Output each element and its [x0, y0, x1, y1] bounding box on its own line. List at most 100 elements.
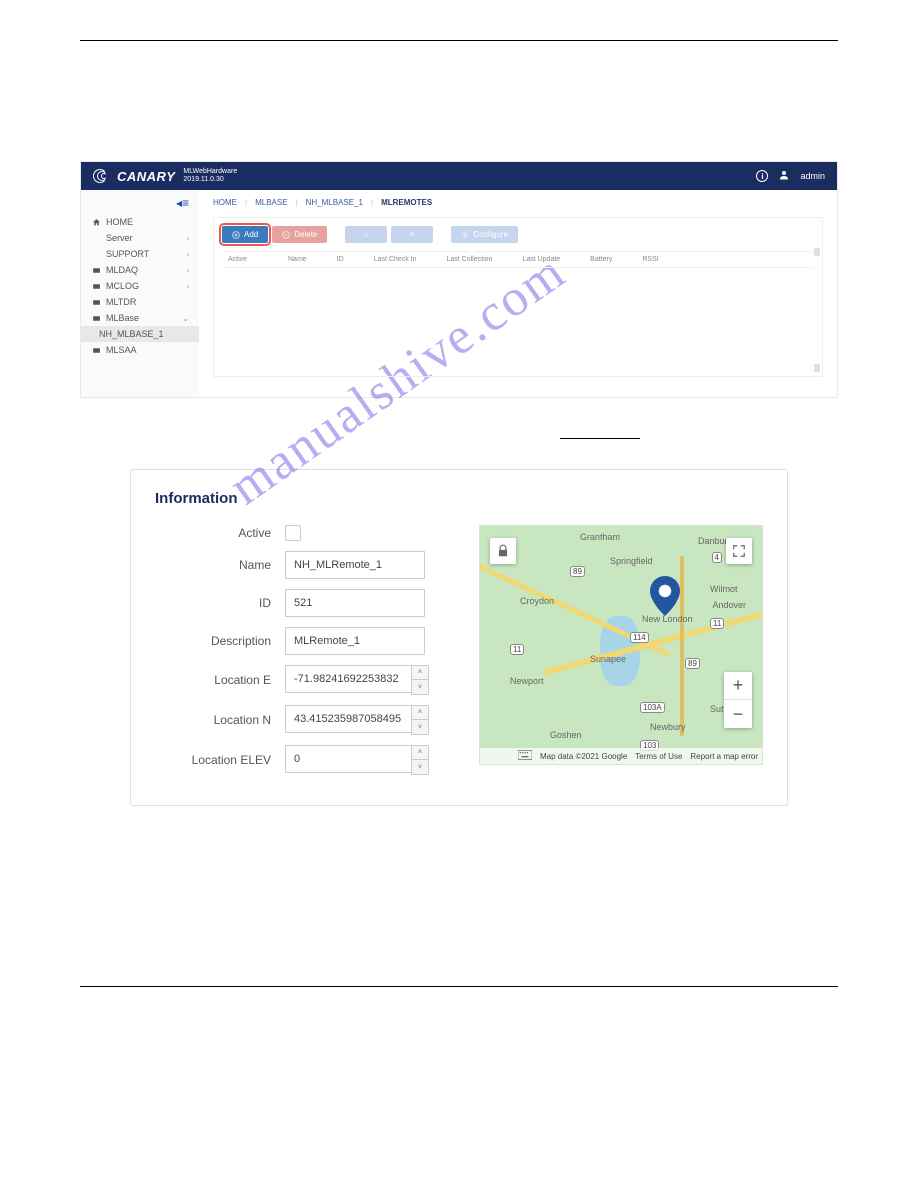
prev-button[interactable]: ‹ [345, 226, 387, 243]
table-header[interactable]: Battery [590, 256, 612, 263]
sidebar-item-mclog[interactable]: MCLOG › [81, 278, 199, 294]
description-input[interactable] [285, 627, 425, 655]
button-label: Add [244, 230, 258, 239]
device-icon [91, 266, 101, 275]
user-label[interactable]: admin [800, 171, 825, 181]
breadcrumb-item[interactable]: MLBASE [255, 198, 287, 207]
horizontal-rule-bottom [80, 986, 838, 987]
chevron-right-icon: › [186, 282, 189, 291]
device-icon [91, 298, 101, 307]
active-checkbox[interactable] [285, 525, 301, 541]
map-label: Newbury [650, 722, 686, 732]
sidebar-item-label: Server [106, 233, 133, 243]
breadcrumb-item-active: MLREMOTES [381, 198, 432, 207]
product-version: 2019.11.0.30 [183, 176, 237, 184]
table-header[interactable]: Active [228, 256, 258, 263]
route-shield: 11 [510, 644, 524, 655]
sidebar-item-support[interactable]: SUPPORT› [81, 246, 199, 262]
product-name: MLWebHardware [183, 168, 237, 176]
spinner-up-button[interactable]: ˄ [412, 706, 428, 720]
location-n-input[interactable] [285, 705, 411, 733]
sidebar-item-label: NH_MLBASE_1 [99, 329, 164, 339]
location-elev-label: Location ELEV [155, 753, 285, 767]
breadcrumb: HOME| MLBASE| NH_MLBASE_1| MLREMOTES [213, 198, 823, 207]
map-lock-button[interactable] [490, 538, 516, 564]
sidebar-item-home[interactable]: HOME [81, 214, 199, 230]
spinner-down-button[interactable]: ˅ [412, 680, 428, 694]
home-icon [91, 218, 101, 227]
sidebar-item-mltdr[interactable]: MLTDR [81, 294, 199, 310]
breadcrumb-item[interactable]: NH_MLBASE_1 [306, 198, 363, 207]
map-fullscreen-button[interactable] [726, 538, 752, 564]
chevron-right-icon: › [186, 234, 189, 243]
sidebar-item-label: MCLOG [106, 281, 139, 291]
logo: CANARY [93, 169, 175, 184]
spinner-up-button[interactable]: ˄ [412, 666, 428, 680]
sidebar-item-mlbase[interactable]: MLBase⌄ [81, 310, 199, 326]
underline-divider [560, 438, 640, 439]
route-shield: 103A [640, 702, 665, 713]
sidebar-item-label: SUPPORT [106, 249, 149, 259]
route-shield: 89 [570, 566, 585, 577]
location-e-input[interactable] [285, 665, 411, 693]
device-icon [91, 346, 101, 355]
chevron-down-icon: ⌄ [182, 314, 189, 323]
spinner-down-button[interactable]: ˅ [412, 720, 428, 734]
map-report-link[interactable]: Report a map error [690, 752, 758, 761]
table-header[interactable]: ID [337, 256, 344, 263]
sidebar-item-nh-mlbase-1[interactable]: NH_MLBASE_1 [81, 326, 199, 342]
table-header[interactable]: Last Check In [374, 256, 417, 263]
delete-button[interactable]: Delete [272, 226, 327, 243]
map-label: Springfield [610, 556, 653, 566]
table-header[interactable]: Last Collection [447, 256, 493, 263]
route-shield: 114 [630, 632, 649, 643]
map-footer: Map data ©2021 Google Terms of Use Repor… [480, 748, 762, 764]
content-panel: Add Delete ‹ ˄ Configure Active Name ID … [213, 217, 823, 377]
breadcrumb-item[interactable]: HOME [213, 198, 237, 207]
device-icon [91, 282, 101, 291]
device-icon [91, 314, 101, 323]
panel-title: Information [155, 490, 763, 507]
app-meta: MLWebHardware 2019.11.0.30 [183, 168, 237, 183]
up-button[interactable]: ˄ [391, 226, 433, 243]
map-label: Croydon [520, 596, 554, 606]
sidebar-item-mldaq[interactable]: MLDAQ› [81, 262, 199, 278]
map-terms-link[interactable]: Terms of Use [635, 752, 682, 761]
configure-button[interactable]: Configure [451, 226, 518, 243]
user-icon[interactable] [778, 169, 790, 183]
map-label: Andover [712, 600, 746, 610]
map-road [680, 556, 684, 736]
name-input[interactable] [285, 551, 425, 579]
spinner-down-button[interactable]: ˅ [412, 760, 428, 774]
toolbar: Add Delete ‹ ˄ Configure [222, 226, 814, 243]
id-input[interactable] [285, 589, 425, 617]
route-shield: 11 [710, 618, 724, 629]
add-button[interactable]: Add [222, 226, 268, 243]
location-e-label: Location E [155, 673, 285, 687]
map-pin-icon [650, 576, 680, 619]
scrollbar[interactable] [814, 248, 820, 372]
gear-icon [461, 231, 469, 239]
location-elev-input[interactable] [285, 745, 411, 773]
table-header[interactable]: Last Update [522, 256, 560, 263]
button-label: Delete [294, 230, 317, 239]
table-header[interactable]: Name [288, 256, 307, 263]
table-header[interactable]: RSSI [642, 256, 658, 263]
table-header-row: Active Name ID Last Check In Last Collec… [222, 251, 814, 268]
app-screenshot: CANARY MLWebHardware 2019.11.0.30 i admi… [80, 161, 838, 398]
zoom-in-button[interactable]: + [724, 672, 752, 700]
information-panel: Information Active Name ID Description [130, 469, 788, 806]
form-column: Active Name ID Description Location E [155, 525, 455, 785]
zoom-out-button[interactable]: − [724, 700, 752, 728]
collapse-sidebar-icon[interactable]: ◂≡ [81, 196, 199, 214]
horizontal-rule-top [80, 40, 838, 41]
sidebar-item-label: MLSAA [106, 345, 137, 355]
sidebar-item-mlsaa[interactable]: MLSAA [81, 342, 199, 358]
spinner-up-button[interactable]: ˄ [412, 746, 428, 760]
sidebar-item-server[interactable]: Server › [81, 230, 199, 246]
minus-circle-icon [282, 231, 290, 239]
keyboard-icon[interactable] [518, 750, 532, 762]
map[interactable]: Grantham Danbury Springfield Croydon Wil… [479, 525, 763, 765]
sidebar-item-label: HOME [106, 217, 133, 227]
info-icon[interactable]: i [756, 170, 768, 182]
